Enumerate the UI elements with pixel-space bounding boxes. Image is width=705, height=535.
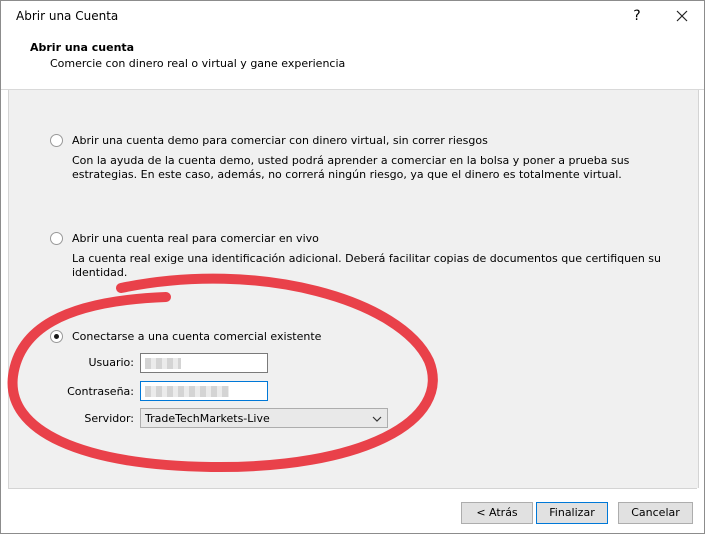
cancel-button[interactable]: Cancelar [618,502,693,524]
close-icon [676,10,688,22]
radio-demo-account[interactable] [50,134,63,147]
radio-existing-account[interactable] [50,330,63,343]
window-title: Abrir una Cuenta [16,9,119,23]
radio-real-account[interactable] [50,232,63,245]
help-button[interactable]: ? [626,5,648,27]
user-label: Usuario: [88,356,134,369]
server-select[interactable]: TradeTechMarkets-Live [140,408,388,428]
finish-button[interactable]: Finalizar [536,502,608,524]
server-label: Servidor: [84,412,134,425]
footer-separator [8,488,697,489]
option-real-label[interactable]: Abrir una cuenta real para comerciar en … [72,232,319,245]
wizard-content: Abrir una cuenta demo para comerciar con… [8,90,699,488]
chevron-down-icon [372,416,382,422]
password-value-redacted [145,386,229,397]
password-label: Contraseña: [67,385,134,398]
wizard-header: Abrir una cuenta Comercie con dinero rea… [1,31,704,90]
dialog-window: Abrir una Cuenta ? Abrir una cuenta Come… [0,0,705,534]
header-subtitle: Comercie con dinero real o virtual y gan… [50,57,346,70]
title-bar: Abrir una Cuenta ? [1,1,704,31]
user-value-redacted [145,358,181,369]
close-button[interactable] [671,5,693,27]
option-demo-description: Con la ayuda de la cuenta demo, usted po… [72,154,630,181]
option-demo-label[interactable]: Abrir una cuenta demo para comerciar con… [72,134,488,147]
option-real-description: La cuenta real exige una identificación … [72,252,662,279]
user-input[interactable] [140,353,268,373]
password-input[interactable] [140,381,268,401]
option-existing-label[interactable]: Conectarse a una cuenta comercial existe… [72,330,321,343]
back-button[interactable]: < Atrás [461,502,533,524]
header-title: Abrir una cuenta [30,41,135,54]
server-select-value: TradeTechMarkets-Live [145,412,270,425]
